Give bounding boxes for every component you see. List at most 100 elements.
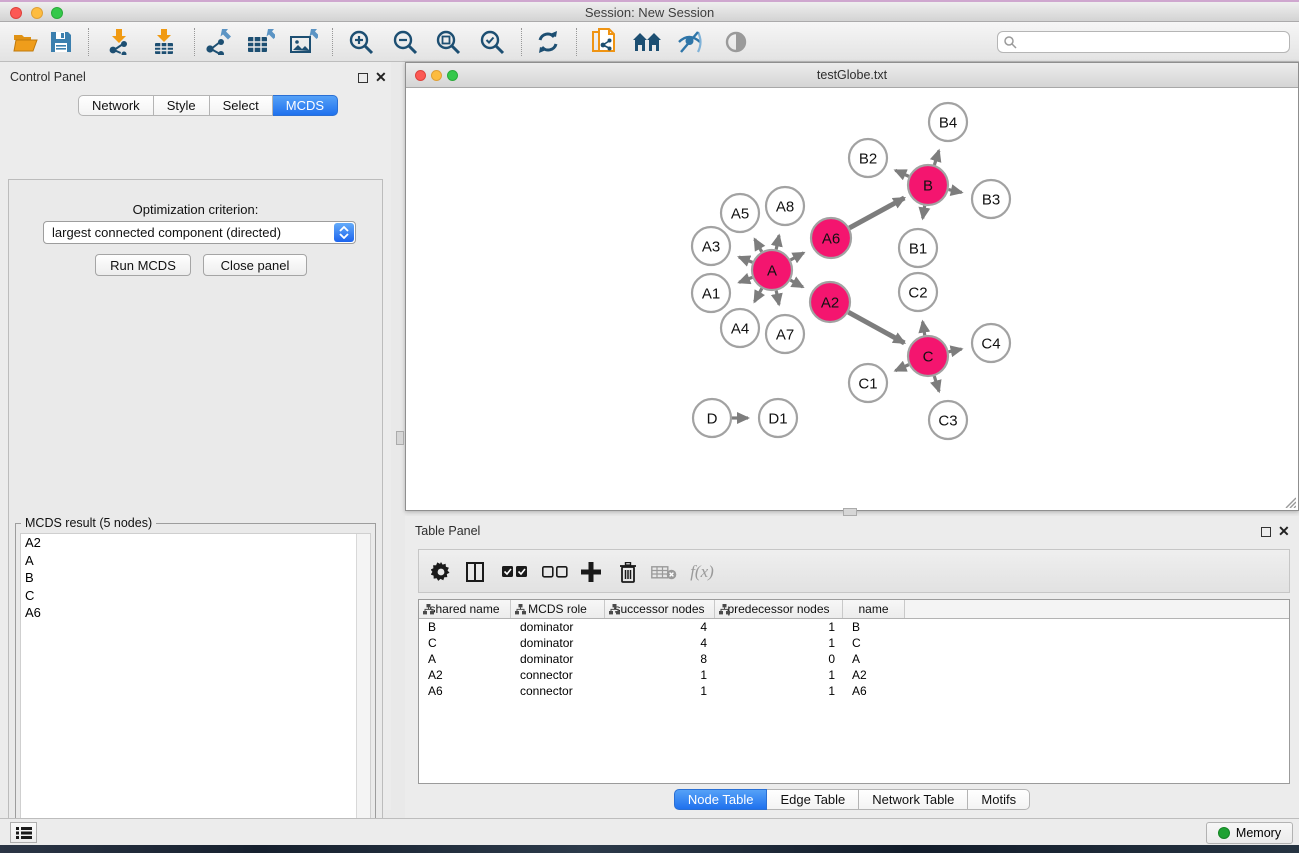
cell-MCDS-role[interactable]: dominator [511, 651, 605, 667]
edge-A-A5[interactable] [755, 239, 762, 252]
edge-A-A2[interactable] [790, 280, 802, 287]
memory-button[interactable]: Memory [1206, 822, 1293, 844]
result-item-a[interactable]: A [21, 552, 370, 570]
vertical-split-handle[interactable] [396, 431, 404, 445]
cell-shared-name[interactable]: A [419, 651, 511, 667]
window-resize-grip[interactable] [1283, 495, 1296, 508]
result-item-a6[interactable]: A6 [21, 604, 370, 622]
mcds-result-list[interactable]: A2ABCA6 [20, 533, 371, 853]
open-session-icon[interactable] [8, 27, 44, 57]
node-C3[interactable]: C3 [929, 401, 967, 439]
search-input[interactable] [1017, 35, 1289, 49]
cell-shared-name[interactable]: B [419, 619, 511, 635]
node-A7[interactable]: A7 [766, 315, 804, 353]
network-window-titlebar[interactable]: testGlobe.txt [406, 63, 1298, 88]
cell-successor-nodes[interactable]: 4 [605, 635, 715, 651]
add-column-icon[interactable] [574, 557, 608, 587]
cell-predecessor-nodes[interactable]: 1 [715, 683, 843, 699]
cell-MCDS-role[interactable]: connector [511, 683, 605, 699]
edge-A-A6[interactable] [790, 253, 803, 260]
table-float-panel-icon[interactable] [1261, 527, 1271, 537]
settings-gear-icon[interactable] [424, 557, 458, 587]
cell-name[interactable]: C [843, 635, 905, 651]
edge-A6-B[interactable] [849, 198, 904, 228]
tab-network-table[interactable]: Network Table [859, 789, 968, 810]
cell-MCDS-role[interactable]: dominator [511, 635, 605, 651]
cell-shared-name[interactable]: A2 [419, 667, 511, 683]
tab-node-table[interactable]: Node Table [674, 789, 768, 810]
edge-A-A7[interactable] [776, 291, 779, 305]
close-panel-button[interactable]: Close panel [203, 254, 307, 276]
node-A5[interactable]: A5 [721, 194, 759, 232]
zoom-actual-size-icon[interactable] [430, 27, 466, 57]
edge-A-A3[interactable] [739, 257, 753, 262]
deselect-all-checkboxes-icon[interactable] [538, 557, 572, 587]
search-field[interactable] [997, 31, 1290, 53]
node-C[interactable]: C [908, 336, 948, 376]
edge-B-B4[interactable] [934, 151, 939, 165]
cell-predecessor-nodes[interactable]: 1 [715, 619, 843, 635]
tab-mcds[interactable]: MCDS [273, 95, 338, 116]
cell-successor-nodes[interactable]: 1 [605, 667, 715, 683]
network-canvas[interactable]: B4B2BB3B1A8A5A3A6AA1A2A4A7C2C4CC1C3DD1 [407, 89, 1298, 510]
export-table-icon[interactable] [243, 27, 279, 57]
task-history-button[interactable] [10, 822, 37, 843]
edge-A2-C[interactable] [848, 312, 904, 343]
cell-MCDS-role[interactable]: connector [511, 667, 605, 683]
node-B1[interactable]: B1 [899, 229, 937, 267]
cell-MCDS-role[interactable]: dominator [511, 619, 605, 635]
edge-A-A8[interactable] [776, 235, 779, 249]
column-layout-icon[interactable] [458, 557, 492, 587]
node-C1[interactable]: C1 [849, 364, 887, 402]
node-A1[interactable]: A1 [692, 274, 730, 312]
cell-shared-name[interactable]: C [419, 635, 511, 651]
edge-C-C1[interactable] [895, 365, 908, 371]
column-header-successor-nodes[interactable]: successor nodes [605, 600, 715, 618]
select-all-checkboxes-icon[interactable] [498, 557, 532, 587]
float-panel-icon[interactable] [358, 73, 368, 83]
column-header-name[interactable]: name [843, 600, 905, 618]
edge-A-A4[interactable] [754, 288, 761, 301]
tab-network[interactable]: Network [78, 95, 154, 116]
table-row-a[interactable]: Adominator80A [419, 651, 1289, 667]
tab-edge-table[interactable]: Edge Table [767, 789, 859, 810]
node-B2[interactable]: B2 [849, 139, 887, 177]
zoom-in-icon[interactable] [343, 27, 379, 57]
cell-predecessor-nodes[interactable]: 1 [715, 635, 843, 651]
cell-successor-nodes[interactable]: 1 [605, 683, 715, 699]
tab-motifs[interactable]: Motifs [968, 789, 1030, 810]
cell-name[interactable]: B [843, 619, 905, 635]
tab-style[interactable]: Style [154, 95, 210, 116]
zoom-fit-selected-icon[interactable] [474, 27, 510, 57]
edge-B-B3[interactable] [948, 190, 961, 193]
node-B4[interactable]: B4 [929, 103, 967, 141]
import-table-icon[interactable] [146, 27, 182, 57]
cell-predecessor-nodes[interactable]: 0 [715, 651, 843, 667]
delete-table-icon[interactable] [647, 557, 681, 587]
table-close-panel-icon[interactable]: ✕ [1278, 522, 1290, 540]
hide-panels-icon[interactable] [673, 27, 709, 57]
refresh-icon[interactable] [530, 27, 566, 57]
edge-C-C4[interactable] [949, 349, 962, 352]
column-header-MCDS-role[interactable]: MCDS role [511, 600, 605, 618]
delete-column-icon[interactable] [611, 557, 645, 587]
node-D[interactable]: D [693, 399, 731, 437]
result-item-c[interactable]: C [21, 587, 370, 605]
cell-shared-name[interactable]: A6 [419, 683, 511, 699]
show-panels-icon[interactable] [718, 27, 754, 57]
duplicate-network-icon[interactable] [586, 27, 622, 57]
node-A2[interactable]: A2 [810, 282, 850, 322]
edge-C-C3[interactable] [934, 376, 939, 391]
import-network-icon[interactable] [102, 27, 138, 57]
cell-name[interactable]: A6 [843, 683, 905, 699]
tab-select[interactable]: Select [210, 95, 273, 116]
node-A6[interactable]: A6 [811, 218, 851, 258]
node-A[interactable]: A [752, 250, 792, 290]
result-list-scrollbar[interactable] [356, 534, 370, 853]
table-row-b[interactable]: Bdominator41B [419, 619, 1289, 635]
edge-C-C2[interactable] [923, 322, 925, 336]
table-row-c[interactable]: Cdominator41C [419, 635, 1289, 651]
node-A8[interactable]: A8 [766, 187, 804, 225]
horizontal-split-handle[interactable] [843, 508, 857, 516]
node-B[interactable]: B [908, 165, 948, 205]
